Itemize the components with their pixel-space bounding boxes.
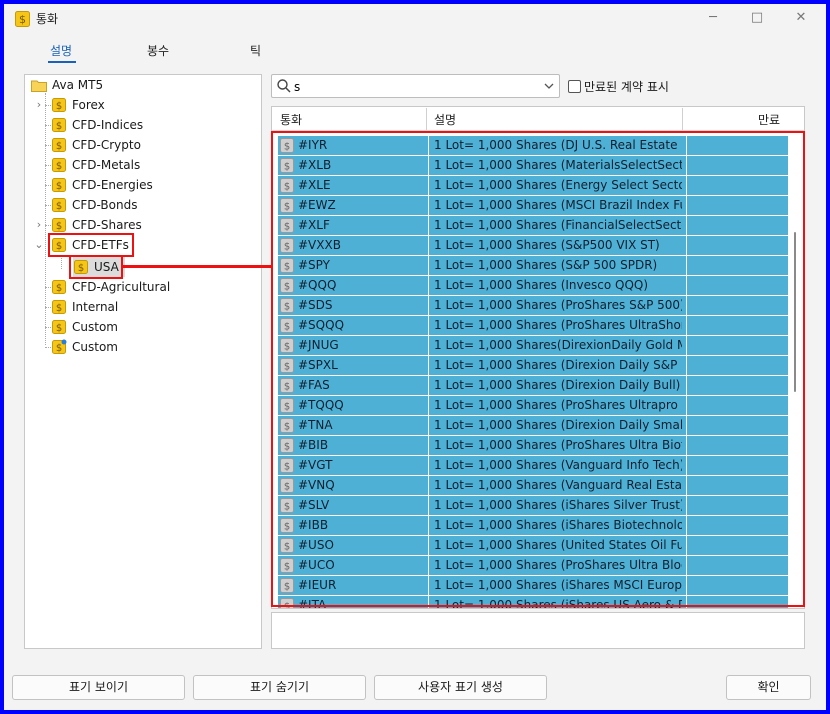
tree-root-label: Ava MT5 — [52, 78, 104, 92]
tree-item-label: Custom — [72, 320, 118, 334]
column-header-symbol[interactable]: 통화 — [280, 111, 302, 128]
maximize-icon[interactable]: □ — [744, 8, 770, 28]
tree-item-label: Internal — [72, 300, 119, 314]
folder-icon — [31, 80, 47, 92]
vertical-scrollbar[interactable] — [794, 232, 796, 392]
details-panel — [271, 612, 805, 649]
tree-guide-line — [61, 255, 62, 269]
symbol-group-icon: $ — [52, 158, 66, 172]
show-expired-checkbox[interactable]: 만료된 계약 표시 — [568, 78, 669, 95]
custom-symbol-group-icon: $ — [52, 339, 67, 354]
column-header-description[interactable]: 설명 — [434, 111, 456, 128]
expand-chevron-icon[interactable]: › — [34, 215, 44, 235]
column-header-expiry[interactable]: 만료 — [758, 111, 780, 128]
create-custom-symbol-button[interactable]: 사용자 표기 생성 — [374, 675, 547, 700]
tree-item-forex[interactable]: $ Forex — [45, 95, 105, 115]
svg-text:$: $ — [56, 181, 62, 192]
collapse-chevron-icon[interactable]: ⌄ — [34, 235, 44, 255]
symbol-group-icon: $ — [52, 320, 66, 334]
tree-item-cfd-agricultural[interactable]: $ CFD-Agricultural — [45, 277, 171, 297]
svg-text:$: $ — [19, 13, 26, 26]
show-symbol-button[interactable]: 표기 보이기 — [12, 675, 185, 700]
tree-item-label: CFD-Indices — [72, 118, 144, 132]
active-tab-indicator — [48, 61, 76, 63]
annotation-connector-line — [122, 265, 272, 268]
tree-item-label: Custom — [72, 340, 118, 354]
tab-bars[interactable]: 봉수 — [147, 42, 169, 59]
tree-item-label: CFD-Metals — [72, 158, 141, 172]
search-input[interactable] — [294, 78, 524, 95]
minimize-icon[interactable]: ─ — [700, 8, 726, 28]
svg-text:$: $ — [56, 283, 62, 294]
tree-item-cfd-shares[interactable]: $ CFD-Shares — [45, 215, 142, 235]
tree-item-label: CFD-Energies — [72, 178, 153, 192]
symbol-group-icon: $ — [52, 280, 66, 294]
search-icon — [277, 79, 291, 93]
currency-coin-icon: $ — [15, 11, 30, 27]
svg-text:$: $ — [56, 303, 62, 314]
svg-text:$: $ — [56, 101, 62, 112]
tree-item-custom[interactable]: $ Custom — [45, 317, 118, 337]
tree-item-cfd-indices[interactable]: $ CFD-Indices — [45, 115, 144, 135]
svg-text:$: $ — [56, 323, 62, 334]
svg-text:$: $ — [56, 121, 62, 132]
tree-item-label: Forex — [72, 98, 105, 112]
column-divider[interactable] — [682, 108, 683, 130]
tree-item-label: CFD-Crypto — [72, 138, 141, 152]
ok-button[interactable]: 확인 — [726, 675, 811, 700]
annotation-highlight-etfs — [48, 233, 134, 257]
tree-item-cfd-energies[interactable]: $ CFD-Energies — [45, 175, 153, 195]
hide-symbol-button[interactable]: 표기 숨기기 — [193, 675, 366, 700]
symbol-group-icon: $ — [52, 118, 66, 132]
tree-item-label: CFD-Shares — [72, 218, 142, 232]
tree-root[interactable]: Ava MT5 — [31, 75, 103, 95]
annotation-highlight-table — [271, 131, 805, 607]
svg-text:$: $ — [56, 201, 62, 212]
tab-ticks[interactable]: 틱 — [250, 42, 261, 59]
svg-text:$: $ — [56, 141, 62, 152]
annotation-highlight-usa — [69, 255, 123, 279]
tree-item-cfd-crypto[interactable]: $ CFD-Crypto — [45, 135, 141, 155]
svg-text:$: $ — [56, 221, 62, 232]
tab-description[interactable]: 설명 — [50, 42, 72, 59]
svg-text:$: $ — [56, 343, 62, 354]
symbol-group-icon: $ — [52, 138, 66, 152]
show-expired-label: 만료된 계약 표시 — [584, 80, 669, 94]
symbol-search-box[interactable] — [271, 74, 560, 98]
close-icon[interactable]: ✕ — [788, 8, 814, 28]
chevron-down-icon[interactable] — [543, 79, 555, 93]
column-divider[interactable] — [426, 108, 427, 130]
tab-bar: 설명 봉수 틱 — [4, 40, 826, 64]
symbol-group-icon: $ — [52, 198, 66, 212]
title-bar: $ 통화 ─ □ ✕ — [4, 4, 826, 32]
tree-item-cfd-metals[interactable]: $ CFD-Metals — [45, 155, 141, 175]
table-header: 통화 설명 만료 — [272, 107, 804, 131]
symbol-group-icon: $ — [52, 98, 66, 112]
symbol-group-icon: $ — [52, 178, 66, 192]
checkbox-box[interactable] — [568, 80, 581, 93]
expand-chevron-icon[interactable]: › — [34, 95, 44, 115]
tree-item-cfd-bonds[interactable]: $ CFD-Bonds — [45, 195, 138, 215]
symbol-group-icon: $ — [52, 218, 66, 232]
symbols-window: $ 통화 ─ □ ✕ 설명 봉수 틱 Ava MT5 › $ Forex $ C… — [4, 4, 826, 710]
svg-text:$: $ — [56, 161, 62, 172]
tree-item-internal[interactable]: $ Internal — [45, 297, 119, 317]
window-title: 통화 — [36, 12, 59, 26]
tree-item-label: CFD-Bonds — [72, 198, 138, 212]
tree-item-custom-new[interactable]: $ Custom — [45, 337, 118, 357]
symbol-group-tree: Ava MT5 › $ Forex $ CFD-Indices $ CFD-Cr… — [24, 74, 262, 649]
tree-item-label: CFD-Agricultural — [72, 280, 171, 294]
symbol-group-icon: $ — [52, 300, 66, 314]
